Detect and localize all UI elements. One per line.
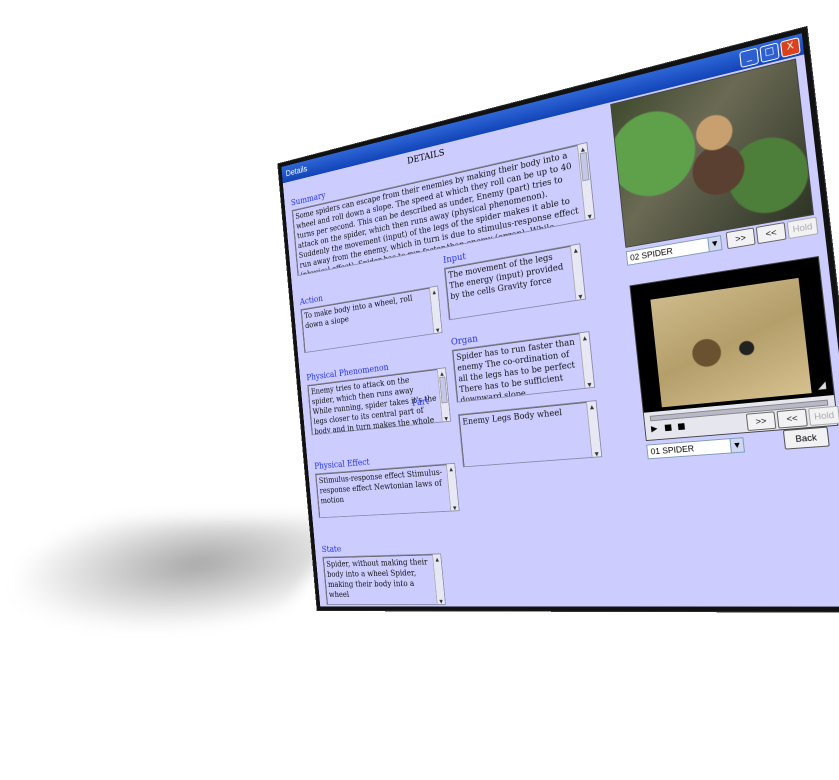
scroll-up-icon[interactable]: ▲: [580, 332, 589, 342]
image-select-value: 02 SPIDER: [629, 246, 674, 263]
back-button[interactable]: Back: [782, 426, 830, 450]
play-icon[interactable]: ▶: [651, 424, 658, 434]
minimize-button[interactable]: _: [739, 47, 760, 69]
scroll-up-icon[interactable]: ▲: [430, 286, 438, 295]
video-select[interactable]: 01 SPIDER ▼: [646, 437, 746, 460]
physical-effect-text: Stimulus-response effect Stimulus-respon…: [318, 468, 443, 506]
part-text: Enemy Legs Body wheel: [462, 408, 563, 428]
state-text: Spider, without making their body into a…: [325, 557, 429, 600]
image-hold-button[interactable]: Hold: [786, 216, 819, 240]
part-label: Part: [411, 395, 430, 409]
physical-phenomenon-scrollbar[interactable]: ▲ ▼: [436, 368, 451, 422]
scroll-up-icon[interactable]: ▲: [587, 401, 597, 411]
state-label: State: [321, 543, 342, 555]
video-frame: [650, 277, 812, 408]
image-prev-button[interactable]: <<: [755, 222, 787, 245]
scene: Details _ □ X DETAILS Summary Some spide…: [0, 0, 839, 780]
maximize-button[interactable]: □: [759, 42, 780, 64]
part-textarea[interactable]: Enemy Legs Body wheel ▲ ▼: [457, 400, 603, 468]
scroll-up-icon[interactable]: ▲: [438, 368, 446, 377]
scroll-down-icon[interactable]: ▼: [450, 503, 458, 511]
input-scrollbar[interactable]: ▲ ▼: [569, 244, 586, 301]
window-title: Details: [285, 164, 308, 179]
scroll-down-icon[interactable]: ▼: [585, 210, 595, 221]
physical-effect-textarea[interactable]: Stimulus-response effect Stimulus-respon…: [314, 462, 460, 519]
video-player[interactable]: ◢ ▶ ■ ■: [629, 255, 839, 442]
scroll-thumb[interactable]: [439, 376, 448, 404]
close-button[interactable]: X: [779, 36, 801, 58]
state-scrollbar[interactable]: ▲ ▼: [432, 554, 446, 605]
video-prev-button[interactable]: <<: [776, 408, 808, 429]
image-next-button[interactable]: >>: [725, 227, 756, 250]
details-window: Details _ □ X DETAILS Summary Some spide…: [277, 27, 839, 612]
scroll-down-icon[interactable]: ▼: [442, 413, 450, 422]
scroll-down-icon[interactable]: ▼: [592, 448, 602, 458]
volume-icon[interactable]: ◢: [817, 380, 827, 392]
scroll-down-icon[interactable]: ▼: [437, 596, 445, 605]
chevron-down-icon[interactable]: ▼: [729, 438, 744, 453]
stop-icon[interactable]: ■: [677, 422, 686, 432]
scroll-down-icon[interactable]: ▼: [434, 325, 442, 334]
video-hold-button[interactable]: Hold: [808, 405, 839, 427]
organ-scrollbar[interactable]: ▲ ▼: [578, 332, 595, 389]
scroll-down-icon[interactable]: ▼: [576, 291, 585, 301]
video-select-value: 01 SPIDER: [650, 443, 695, 457]
scroll-up-icon[interactable]: ▲: [571, 244, 580, 254]
physical-effect-scrollbar[interactable]: ▲ ▼: [446, 463, 459, 511]
chevron-down-icon[interactable]: ▼: [707, 236, 722, 252]
pause-icon[interactable]: ■: [664, 423, 673, 433]
action-scrollbar[interactable]: ▲ ▼: [429, 286, 442, 334]
organ-label: Organ: [450, 332, 479, 348]
video-next-button[interactable]: >>: [745, 411, 777, 432]
organ-text: Spider has to run faster than enemy The …: [455, 337, 576, 403]
scroll-up-icon[interactable]: ▲: [447, 464, 455, 472]
part-scrollbar[interactable]: ▲ ▼: [586, 401, 602, 458]
state-textarea[interactable]: Spider, without making their body into a…: [322, 553, 446, 605]
scroll-thumb[interactable]: [579, 151, 590, 182]
input-label: Input: [442, 250, 467, 266]
scroll-down-icon[interactable]: ▼: [585, 379, 595, 389]
scroll-up-icon[interactable]: ▲: [433, 554, 441, 563]
summary-scrollbar[interactable]: ▲ ▼: [577, 143, 595, 221]
